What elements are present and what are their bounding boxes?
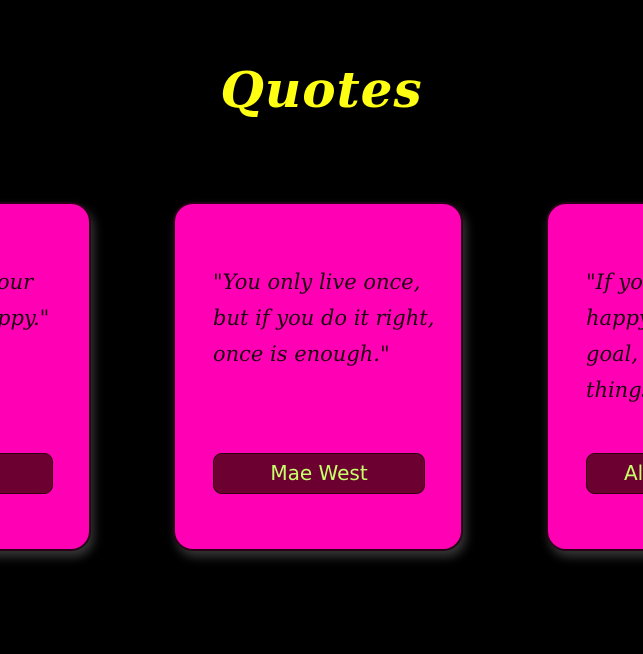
quote-line: happy	[586, 306, 643, 330]
quote-text: "If you happy goal, n things	[586, 264, 643, 408]
page-title: Quotes	[220, 60, 423, 119]
quote-line: goal, n	[586, 342, 643, 366]
quote-card-current: "You only live once, but if you do it ri…	[173, 202, 463, 551]
quote-line: our	[0, 270, 34, 294]
quote-card-previous: our ppy."	[0, 202, 91, 551]
author-button[interactable]	[0, 453, 53, 494]
quote-line: things	[586, 378, 643, 402]
author-button[interactable]: Al	[586, 453, 643, 494]
quote-line: but if you do it right,	[213, 306, 435, 330]
quote-line: "If you	[586, 270, 643, 294]
quotes-page: Quotes our ppy." "You only live once, bu…	[0, 0, 643, 654]
quote-card-next: "If you happy goal, n things Al	[546, 202, 643, 551]
author-button[interactable]: Mae West	[213, 453, 425, 494]
quote-line: once is enough."	[213, 342, 390, 366]
quote-text: our ppy."	[0, 264, 89, 336]
quote-text: "You only live once, but if you do it ri…	[213, 264, 438, 372]
quote-line: "You only live once,	[213, 270, 421, 294]
quote-line: ppy."	[0, 306, 50, 330]
